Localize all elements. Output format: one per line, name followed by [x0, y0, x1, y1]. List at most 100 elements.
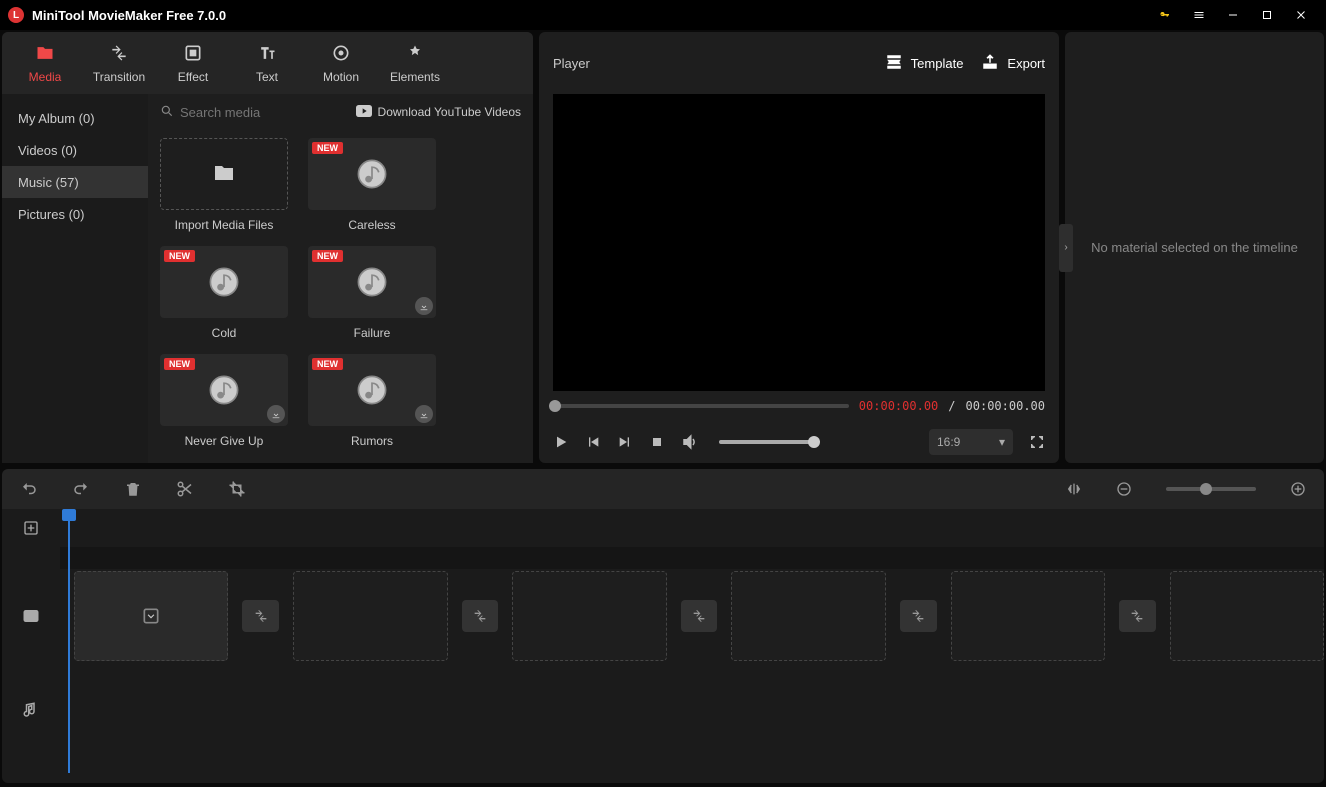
zoom-slider[interactable] [1166, 487, 1256, 491]
undo-button[interactable] [20, 480, 38, 498]
transition-slot[interactable] [681, 600, 718, 632]
transition-slot[interactable] [242, 600, 279, 632]
clip-slot[interactable] [731, 571, 885, 661]
minimize-button[interactable] [1216, 0, 1250, 30]
zoom-in-button[interactable] [1290, 481, 1306, 497]
new-badge: NEW [164, 250, 195, 262]
clip-slot[interactable] [951, 571, 1105, 661]
tab-transition[interactable]: Transition [82, 34, 156, 92]
music-note-icon [355, 373, 389, 407]
sidebar-item-myalbum[interactable]: My Album (0) [2, 102, 148, 134]
clip-slot[interactable] [512, 571, 666, 661]
time-separator: / [948, 399, 955, 413]
chevron-down-icon: ▾ [999, 435, 1005, 449]
sidebar-item-music[interactable]: Music (57) [2, 166, 148, 198]
timeline-toolbar [2, 469, 1324, 509]
clip-slot[interactable] [74, 571, 228, 661]
add-track-button[interactable] [2, 509, 60, 547]
delete-button[interactable] [124, 480, 142, 498]
video-preview[interactable] [553, 94, 1045, 391]
search-wrap [160, 104, 346, 121]
new-badge: NEW [312, 250, 343, 262]
search-input[interactable] [180, 105, 346, 120]
timeline-tracks[interactable] [60, 509, 1324, 783]
media-item[interactable]: NEW Failure [308, 246, 436, 340]
tab-effect[interactable]: Effect [156, 34, 230, 92]
maximize-button[interactable] [1250, 0, 1284, 30]
media-item[interactable]: NEW Cold [160, 246, 288, 340]
volume-slider[interactable] [719, 440, 815, 444]
media-item[interactable]: NEW Careless [308, 138, 436, 232]
volume-handle[interactable] [808, 436, 820, 448]
tab-label: Media [29, 70, 62, 84]
transition-slot[interactable] [900, 600, 937, 632]
effect-icon [183, 43, 203, 66]
media-item-label: Careless [308, 218, 436, 232]
media-item[interactable]: NEW Rumors [308, 354, 436, 448]
media-item-label: Import Media Files [160, 218, 288, 232]
prev-frame-button[interactable] [585, 434, 601, 450]
export-button[interactable]: Export [981, 53, 1045, 74]
audio-track[interactable] [60, 663, 1324, 757]
music-note-icon [355, 265, 389, 299]
tab-text[interactable]: Text [230, 34, 304, 92]
download-youtube-button[interactable]: Download YouTube Videos [356, 105, 521, 120]
template-button[interactable]: Template [885, 53, 964, 74]
play-button[interactable] [553, 434, 569, 450]
media-item[interactable]: NEW Never Give Up [160, 354, 288, 448]
tab-label: Elements [390, 70, 440, 84]
download-icon[interactable] [415, 405, 433, 423]
crop-button[interactable] [228, 480, 246, 498]
stop-button[interactable] [649, 434, 665, 450]
expand-panel-button[interactable]: › [1059, 224, 1073, 272]
media-sidebar: My Album (0) Videos (0) Music (57) Pictu… [2, 94, 148, 463]
playhead[interactable] [68, 513, 70, 773]
media-item-label: Failure [308, 326, 436, 340]
zoom-out-button[interactable] [1116, 481, 1132, 497]
activate-key-button[interactable] [1148, 0, 1182, 30]
menu-button[interactable] [1182, 0, 1216, 30]
transition-slot[interactable] [462, 600, 499, 632]
timeline-ruler[interactable] [60, 509, 1324, 547]
media-item-import[interactable]: Import Media Files [160, 138, 288, 232]
zoom-handle[interactable] [1200, 483, 1212, 495]
titlebar: L MiniTool MovieMaker Free 7.0.0 [0, 0, 1326, 30]
new-badge: NEW [312, 142, 343, 154]
tab-motion[interactable]: Motion [304, 34, 378, 92]
redo-button[interactable] [72, 480, 90, 498]
next-frame-button[interactable] [617, 434, 633, 450]
sidebar-item-videos[interactable]: Videos (0) [2, 134, 148, 166]
player-title: Player [553, 56, 867, 71]
transition-slot[interactable] [1119, 600, 1156, 632]
media-item-label: Never Give Up [160, 434, 288, 448]
tab-elements[interactable]: Elements [378, 34, 452, 92]
media-grid: Import Media Files NEW Careless NEW [148, 130, 533, 463]
tab-media[interactable]: Media [8, 34, 82, 92]
app-title: MiniTool MovieMaker Free 7.0.0 [32, 8, 226, 23]
clip-slot[interactable] [1170, 571, 1324, 661]
scrub-bar[interactable] [553, 404, 849, 408]
download-youtube-label: Download YouTube Videos [378, 105, 521, 119]
fullscreen-button[interactable] [1029, 434, 1045, 450]
split-button[interactable] [176, 480, 194, 498]
clip-slot[interactable] [293, 571, 447, 661]
download-icon[interactable] [415, 297, 433, 315]
music-note-icon [207, 373, 241, 407]
folder-icon [35, 43, 55, 66]
search-icon [160, 104, 174, 121]
fit-timeline-button[interactable] [1066, 481, 1082, 497]
new-badge: NEW [164, 358, 195, 370]
close-button[interactable] [1284, 0, 1318, 30]
transition-icon [109, 43, 129, 66]
timeline [2, 509, 1324, 783]
download-icon[interactable] [267, 405, 285, 423]
media-item-label: Cold [160, 326, 288, 340]
scrub-handle[interactable] [549, 400, 561, 412]
aspect-ratio-select[interactable]: 16:9 ▾ [929, 429, 1013, 455]
sidebar-item-pictures[interactable]: Pictures (0) [2, 198, 148, 230]
elements-icon [405, 43, 425, 66]
text-icon [257, 43, 277, 66]
volume-button[interactable] [681, 433, 699, 451]
app-logo: L [8, 7, 24, 23]
video-track[interactable] [60, 569, 1324, 663]
